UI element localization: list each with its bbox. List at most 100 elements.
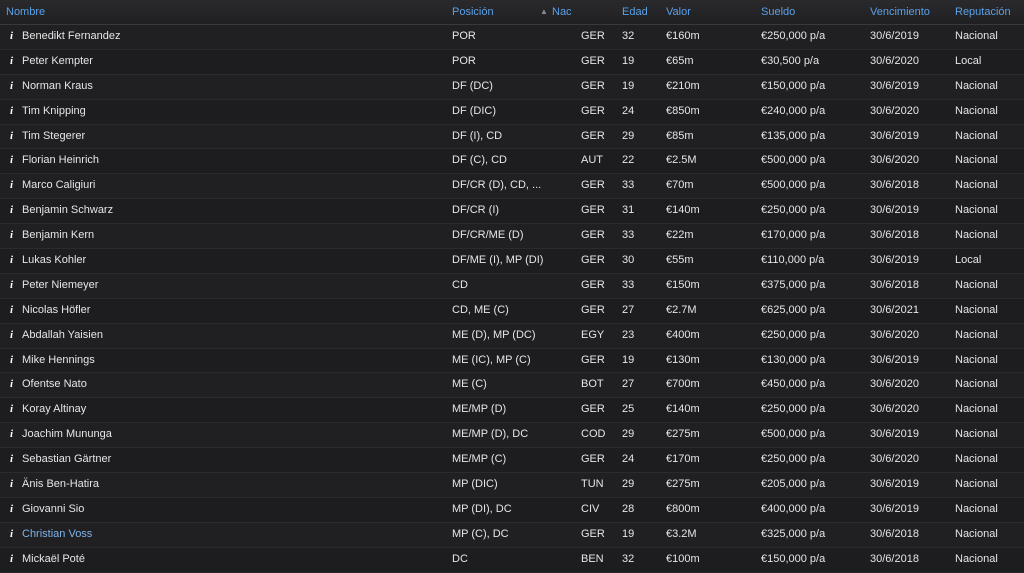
- player-value: €150m: [666, 278, 700, 291]
- player-salary: €250,000 p/a: [761, 204, 826, 217]
- player-name[interactable]: Benjamin Kern: [22, 224, 442, 248]
- player-name[interactable]: Koray Altinay: [22, 398, 442, 422]
- player-name[interactable]: Florian Heinrich: [22, 149, 442, 173]
- table-row[interactable]: i Koray Altinay ME/MP (D) GER 25 €140m €250,00…: [0, 398, 1024, 424]
- player-info-icon[interactable]: i: [10, 299, 18, 323]
- player-salary: €625,000 p/a: [761, 303, 826, 316]
- player-name[interactable]: Abdallah Yaisien: [22, 324, 442, 348]
- player-salary: €250,000 p/a: [761, 453, 826, 466]
- player-info-icon[interactable]: i: [10, 25, 18, 49]
- player-name[interactable]: Änis Ben-Hatira: [22, 473, 442, 497]
- player-reputation: Nacional: [955, 502, 998, 515]
- column-header-nationality[interactable]: Nac: [552, 0, 572, 24]
- column-header-value[interactable]: Valor: [666, 0, 691, 24]
- player-info-icon[interactable]: i: [10, 249, 18, 273]
- table-row[interactable]: i Norman Kraus DF (DC) GER 19 €210m €150,000 p…: [0, 74, 1024, 100]
- contract-expiry: 30/6/2019: [870, 129, 919, 142]
- player-name[interactable]: Peter Kempter: [22, 50, 442, 74]
- player-info-icon[interactable]: i: [10, 324, 18, 348]
- player-reputation: Nacional: [955, 303, 998, 316]
- player-info-icon[interactable]: i: [10, 125, 18, 149]
- player-salary: €110,000 p/a: [761, 254, 825, 267]
- player-nationality: BEN: [581, 552, 604, 565]
- table-body: i Benedikt Fernandez POR GER 32 €160m €250,000…: [0, 25, 1024, 573]
- player-name[interactable]: Sebastian Gärtner: [22, 448, 442, 472]
- player-info-icon[interactable]: i: [10, 174, 18, 198]
- column-header-position[interactable]: Posición: [452, 0, 494, 24]
- player-value: €275m: [666, 478, 700, 491]
- player-value: €3.2M: [666, 527, 697, 540]
- player-reputation: Nacional: [955, 179, 998, 192]
- column-header-reputation[interactable]: Reputación: [955, 0, 1011, 24]
- player-reputation: Nacional: [955, 552, 998, 565]
- player-info-icon[interactable]: i: [10, 199, 18, 223]
- player-position: DF (DIC): [452, 104, 496, 117]
- player-info-icon[interactable]: i: [10, 548, 18, 572]
- table-row[interactable]: i Benjamin Schwarz DF/CR (I) GER 31 €140m €250…: [0, 199, 1024, 225]
- player-value: €210m: [666, 79, 700, 92]
- player-name[interactable]: Mickaël Poté: [22, 548, 442, 572]
- player-salary: €170,000 p/a: [761, 229, 826, 242]
- player-name[interactable]: Lukas Kohler: [22, 249, 442, 273]
- player-position: DF (C), CD: [452, 154, 507, 167]
- player-nationality: CIV: [581, 502, 600, 515]
- player-info-icon[interactable]: i: [10, 423, 18, 447]
- player-name[interactable]: Peter Niemeyer: [22, 274, 442, 298]
- player-info-icon[interactable]: i: [10, 498, 18, 522]
- table-row[interactable]: i Mickaël Poté DC BEN 32 €100m €150,000 p/a 30/…: [0, 547, 1024, 573]
- player-name[interactable]: Ofentse Nato: [22, 373, 442, 397]
- player-name[interactable]: Norman Kraus: [22, 75, 442, 99]
- player-name[interactable]: Giovanni Sio: [22, 498, 442, 522]
- player-info-icon[interactable]: i: [10, 473, 18, 497]
- player-name[interactable]: Nicolas Höfler: [22, 299, 442, 323]
- table-row[interactable]: i Sebastian Gärtner ME/MP (C) GER 24 €170m €25…: [0, 448, 1024, 474]
- player-info-icon[interactable]: i: [10, 224, 18, 248]
- player-age: 33: [622, 229, 635, 242]
- player-info-icon[interactable]: i: [10, 75, 18, 99]
- player-info-icon[interactable]: i: [10, 50, 18, 74]
- player-name[interactable]: Tim Stegerer: [22, 125, 442, 149]
- table-row[interactable]: i Benjamin Kern DF/CR/ME (D) GER 33 €22m €170,…: [0, 224, 1024, 250]
- table-row[interactable]: i Marco Caligiuri DF/CR (D), CD, ... GER 33 €…: [0, 174, 1024, 200]
- player-name[interactable]: Benjamin Schwarz: [22, 199, 442, 223]
- table-row[interactable]: i Änis Ben-Hatira MP (DIC) TUN 29 €275m €205,0…: [0, 473, 1024, 498]
- player-position: DF/CR (D), CD, ...: [452, 179, 542, 192]
- table-row[interactable]: i Peter Kempter POR GER 19 €65m €30,500 p/a 30/…: [0, 49, 1024, 75]
- table-row[interactable]: i Nicolas Höfler CD, ME (C) GER 27 €2.7M €625,…: [0, 298, 1024, 324]
- player-name[interactable]: Tim Knipping: [22, 100, 442, 124]
- player-info-icon[interactable]: i: [10, 100, 18, 124]
- column-header-salary[interactable]: Sueldo: [761, 0, 795, 24]
- player-name[interactable]: Marco Caligiuri: [22, 174, 442, 198]
- player-info-icon[interactable]: i: [10, 523, 18, 547]
- table-row[interactable]: i Tim Knipping DF (DIC) GER 24 €850m €240,000 …: [0, 99, 1024, 125]
- table-row[interactable]: i Tim Stegerer DF (I), CD GER 29 €85m €135,000…: [0, 124, 1024, 150]
- player-name[interactable]: Joachim Mununga: [22, 423, 442, 447]
- table-row[interactable]: i Benedikt Fernandez POR GER 32 €160m €250,000…: [0, 25, 1024, 50]
- player-info-icon[interactable]: i: [10, 349, 18, 373]
- column-header-name[interactable]: Nombre: [6, 0, 45, 24]
- player-nationality: GER: [581, 403, 605, 416]
- table-row[interactable]: i Abdallah Yaisien ME (D), MP (DC) EGY 23 €40…: [0, 323, 1024, 349]
- player-name[interactable]: Christian Voss: [22, 523, 442, 547]
- player-info-icon[interactable]: i: [10, 274, 18, 298]
- table-row[interactable]: i Christian Voss MP (C), DC GER 19 €3.2M €325,…: [0, 522, 1024, 548]
- table-row[interactable]: i Joachim Mununga ME/MP (D), DC COD 29 €275m €…: [0, 423, 1024, 449]
- column-header-expiry[interactable]: Vencimiento: [870, 0, 930, 24]
- player-info-icon[interactable]: i: [10, 149, 18, 173]
- player-name[interactable]: Mike Hennings: [22, 349, 442, 373]
- table-row[interactable]: i Peter Niemeyer CD GER 33 €150m €375,000 p/a 3…: [0, 273, 1024, 299]
- column-header-age[interactable]: Edad: [622, 0, 648, 24]
- player-age: 30: [622, 254, 635, 267]
- player-name[interactable]: Benedikt Fernandez: [22, 25, 442, 49]
- table-row[interactable]: i Ofentse Nato ME (C) BOT 27 €700m €450,000 p/…: [0, 373, 1024, 399]
- player-info-icon[interactable]: i: [10, 398, 18, 422]
- player-age: 29: [622, 478, 635, 491]
- player-info-icon[interactable]: i: [10, 373, 18, 397]
- table-row[interactable]: i Giovanni Sio MP (DI), DC CIV 28 €800m €400,0…: [0, 497, 1024, 523]
- table-row[interactable]: i Lukas Kohler DF/ME (I), MP (DI) GER 30 €55m…: [0, 249, 1024, 274]
- player-nationality: GER: [581, 79, 605, 92]
- table-row[interactable]: i Florian Heinrich DF (C), CD AUT 22 €2.5M €50…: [0, 149, 1024, 175]
- player-info-icon[interactable]: i: [10, 448, 18, 472]
- table-row[interactable]: i Mike Hennings ME (IC), MP (C) GER 19 €130m €…: [0, 348, 1024, 374]
- contract-expiry: 30/6/2019: [870, 428, 919, 441]
